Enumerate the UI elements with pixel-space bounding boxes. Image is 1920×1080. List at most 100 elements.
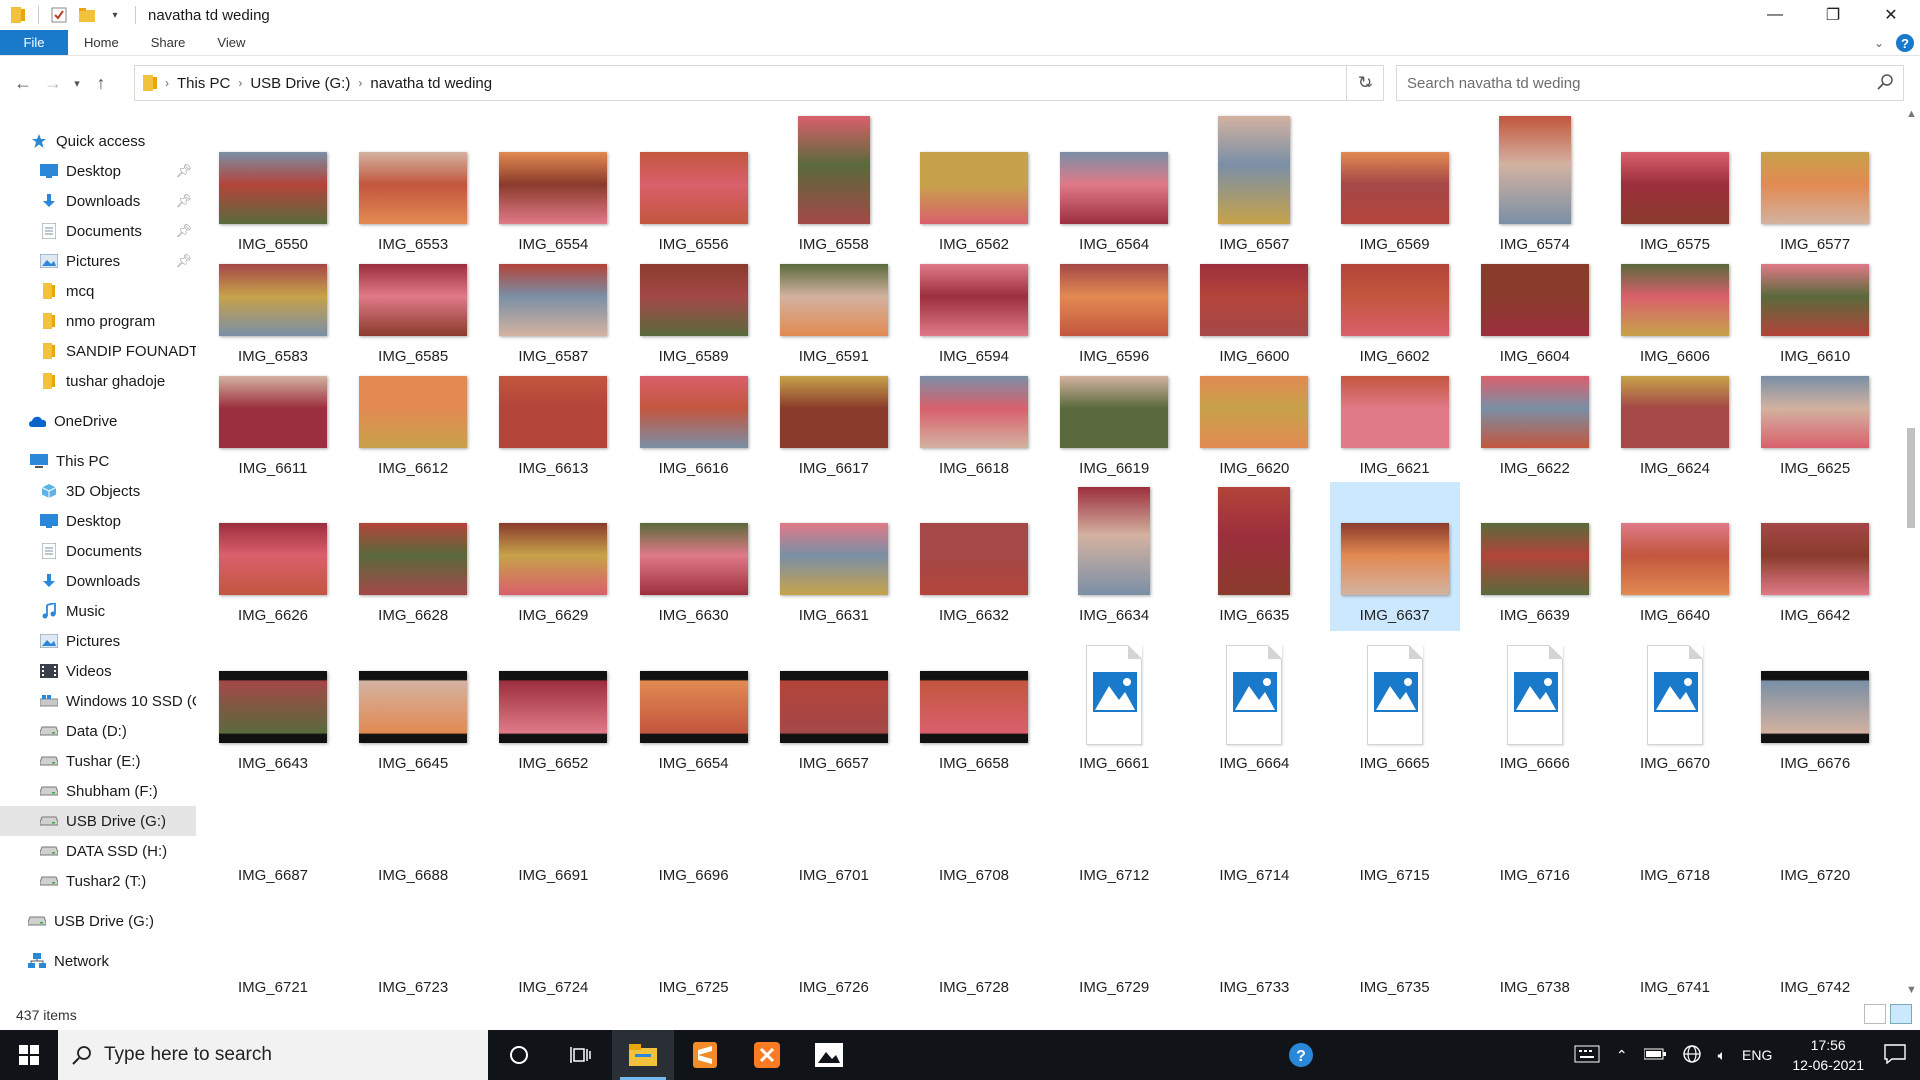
start-button[interactable]: [0, 1030, 58, 1080]
file-tile[interactable]: IMG_6613: [488, 360, 618, 484]
file-tile[interactable]: IMG_6567: [1189, 116, 1319, 260]
tab-share[interactable]: Share: [135, 30, 202, 55]
scrollbar-thumb[interactable]: [1907, 428, 1915, 528]
recent-locations-chevron-icon[interactable]: ▾: [68, 68, 86, 98]
action-center-icon[interactable]: [1884, 1043, 1906, 1067]
sidebar-item-downloads[interactable]: Downloads 📌︎: [0, 186, 196, 216]
file-tile[interactable]: IMG_6596: [1049, 248, 1179, 372]
file-tile[interactable]: IMG_6688: [348, 767, 478, 891]
file-tile[interactable]: IMG_6575: [1610, 136, 1740, 260]
file-tile[interactable]: IMG_6628: [348, 482, 478, 631]
sidebar-item-downloads[interactable]: Downloads: [0, 566, 196, 596]
file-tile[interactable]: IMG_6726: [769, 879, 899, 1002]
sidebar-item-documents[interactable]: Documents: [0, 536, 196, 566]
file-tile[interactable]: IMG_6619: [1049, 360, 1179, 484]
file-tile[interactable]: IMG_6617: [769, 360, 899, 484]
sidebar-network[interactable]: Network: [0, 946, 196, 976]
file-tile[interactable]: IMG_6637: [1329, 482, 1460, 631]
file-tile[interactable]: IMG_6604: [1470, 248, 1600, 372]
sidebar-item-videos[interactable]: Videos: [0, 656, 196, 686]
file-tile[interactable]: IMG_6554: [488, 136, 618, 260]
network-globe-icon[interactable]: [1682, 1044, 1702, 1067]
sidebar-item-pictures[interactable]: Pictures 📌︎: [0, 246, 196, 276]
file-tile[interactable]: IMG_6665: [1330, 632, 1460, 779]
sidebar-item-usb-drive-g[interactable]: USB Drive (G:): [0, 806, 196, 836]
file-tile[interactable]: IMG_6585: [348, 248, 478, 372]
sidebar-usb-drive[interactable]: USB Drive (G:): [0, 906, 196, 936]
file-tile[interactable]: IMG_6738: [1470, 879, 1600, 1002]
file-tile[interactable]: IMG_6550: [208, 136, 338, 260]
sidebar-item-mcq[interactable]: mcq: [0, 276, 196, 306]
file-tile[interactable]: IMG_6622: [1470, 360, 1600, 484]
sidebar-onedrive[interactable]: OneDrive: [0, 406, 196, 436]
file-tile[interactable]: IMG_6589: [629, 248, 759, 372]
file-tile[interactable]: IMG_6664: [1189, 632, 1319, 779]
help-button[interactable]: ?: [1896, 34, 1914, 52]
file-tile[interactable]: IMG_6741: [1610, 879, 1740, 1002]
battery-icon[interactable]: [1643, 1047, 1666, 1063]
file-tile[interactable]: IMG_6676: [1750, 632, 1880, 779]
file-tile[interactable]: IMG_6631: [769, 482, 899, 631]
sidebar-item-sandip-founadti[interactable]: SANDIP FOUNADTI(: [0, 336, 196, 366]
clock[interactable]: 17:56 12-06-2021: [1792, 1035, 1864, 1075]
file-tile[interactable]: IMG_6657: [769, 632, 899, 779]
file-tile[interactable]: IMG_6569: [1330, 136, 1460, 260]
file-tile[interactable]: IMG_6720: [1750, 767, 1880, 891]
file-tile[interactable]: IMG_6616: [629, 360, 759, 484]
expand-ribbon-chevron-icon[interactable]: ⌄: [1874, 36, 1884, 50]
up-arrow-icon[interactable]: ↑: [86, 68, 116, 98]
new-folder-icon[interactable]: [78, 6, 96, 24]
file-tile[interactable]: IMG_6558: [769, 116, 899, 260]
file-tile[interactable]: IMG_6620: [1189, 360, 1319, 484]
file-tile[interactable]: IMG_6556: [629, 136, 759, 260]
file-tile[interactable]: IMG_6562: [909, 136, 1039, 260]
file-tile[interactable]: IMG_6577: [1750, 136, 1880, 260]
file-tile[interactable]: IMG_6654: [629, 632, 759, 779]
taskbar-search[interactable]: Type here to search: [58, 1030, 488, 1080]
file-tile[interactable]: IMG_6670: [1610, 632, 1740, 779]
breadcrumb-this-pc[interactable]: This PC: [177, 75, 230, 92]
file-tile[interactable]: IMG_6735: [1330, 879, 1460, 1002]
file-tile[interactable]: IMG_6626: [208, 482, 338, 631]
file-tile[interactable]: IMG_6725: [629, 879, 759, 1002]
file-tile[interactable]: IMG_6643: [208, 632, 338, 779]
file-tile[interactable]: IMG_6602: [1330, 248, 1460, 372]
tab-home[interactable]: Home: [68, 30, 135, 55]
maximize-button[interactable]: ❐: [1804, 0, 1862, 30]
file-tile[interactable]: IMG_6610: [1750, 248, 1880, 372]
file-tile[interactable]: IMG_6687: [208, 767, 338, 891]
sidebar-item-data-d[interactable]: Data (D:): [0, 716, 196, 746]
sidebar-item-music[interactable]: Music: [0, 596, 196, 626]
file-tile[interactable]: IMG_6574: [1470, 116, 1600, 260]
sidebar-item-tushar-e[interactable]: Tushar (E:): [0, 746, 196, 776]
file-tile[interactable]: IMG_6621: [1330, 360, 1460, 484]
cortana-button[interactable]: [488, 1030, 550, 1080]
customize-toolbar-chevron-icon[interactable]: ▾: [106, 6, 124, 24]
sidebar-item-data-ssd-h[interactable]: DATA SSD (H:): [0, 836, 196, 866]
search-input[interactable]: [1407, 74, 1867, 92]
file-tile[interactable]: IMG_6600: [1189, 248, 1319, 372]
breadcrumb-current-folder[interactable]: navatha td weding: [370, 75, 492, 92]
file-tile[interactable]: IMG_6708: [909, 767, 1039, 891]
taskbar-photos[interactable]: [798, 1030, 860, 1080]
file-tile[interactable]: IMG_6701: [769, 767, 899, 891]
forward-arrow-icon[interactable]: →: [38, 68, 68, 98]
file-tile[interactable]: IMG_6733: [1189, 879, 1319, 1002]
sidebar-item-3d-objects[interactable]: 3D Objects: [0, 476, 196, 506]
sidebar-item-pictures[interactable]: Pictures: [0, 626, 196, 656]
vertical-scrollbar[interactable]: ▲ ▼: [1902, 108, 1920, 1000]
refresh-button[interactable]: ↻: [1346, 65, 1384, 101]
file-tile[interactable]: IMG_6716: [1470, 767, 1600, 891]
file-tile[interactable]: IMG_6661: [1049, 632, 1179, 779]
keyboard-icon[interactable]: [1574, 1045, 1600, 1066]
sidebar-this-pc[interactable]: This PC: [0, 446, 196, 476]
file-tile[interactable]: IMG_6714: [1189, 767, 1319, 891]
file-tile[interactable]: IMG_6696: [629, 767, 759, 891]
sidebar-item-shubham-f[interactable]: Shubham (F:): [0, 776, 196, 806]
file-tile[interactable]: IMG_6625: [1750, 360, 1880, 484]
taskbar-sublime-text[interactable]: [674, 1030, 736, 1080]
breadcrumb-usb-drive[interactable]: USB Drive (G:): [250, 75, 350, 92]
file-tile[interactable]: IMG_6612: [348, 360, 478, 484]
file-tile[interactable]: IMG_6624: [1610, 360, 1740, 484]
sidebar-item-tushar2-t[interactable]: Tushar2 (T:): [0, 866, 196, 896]
